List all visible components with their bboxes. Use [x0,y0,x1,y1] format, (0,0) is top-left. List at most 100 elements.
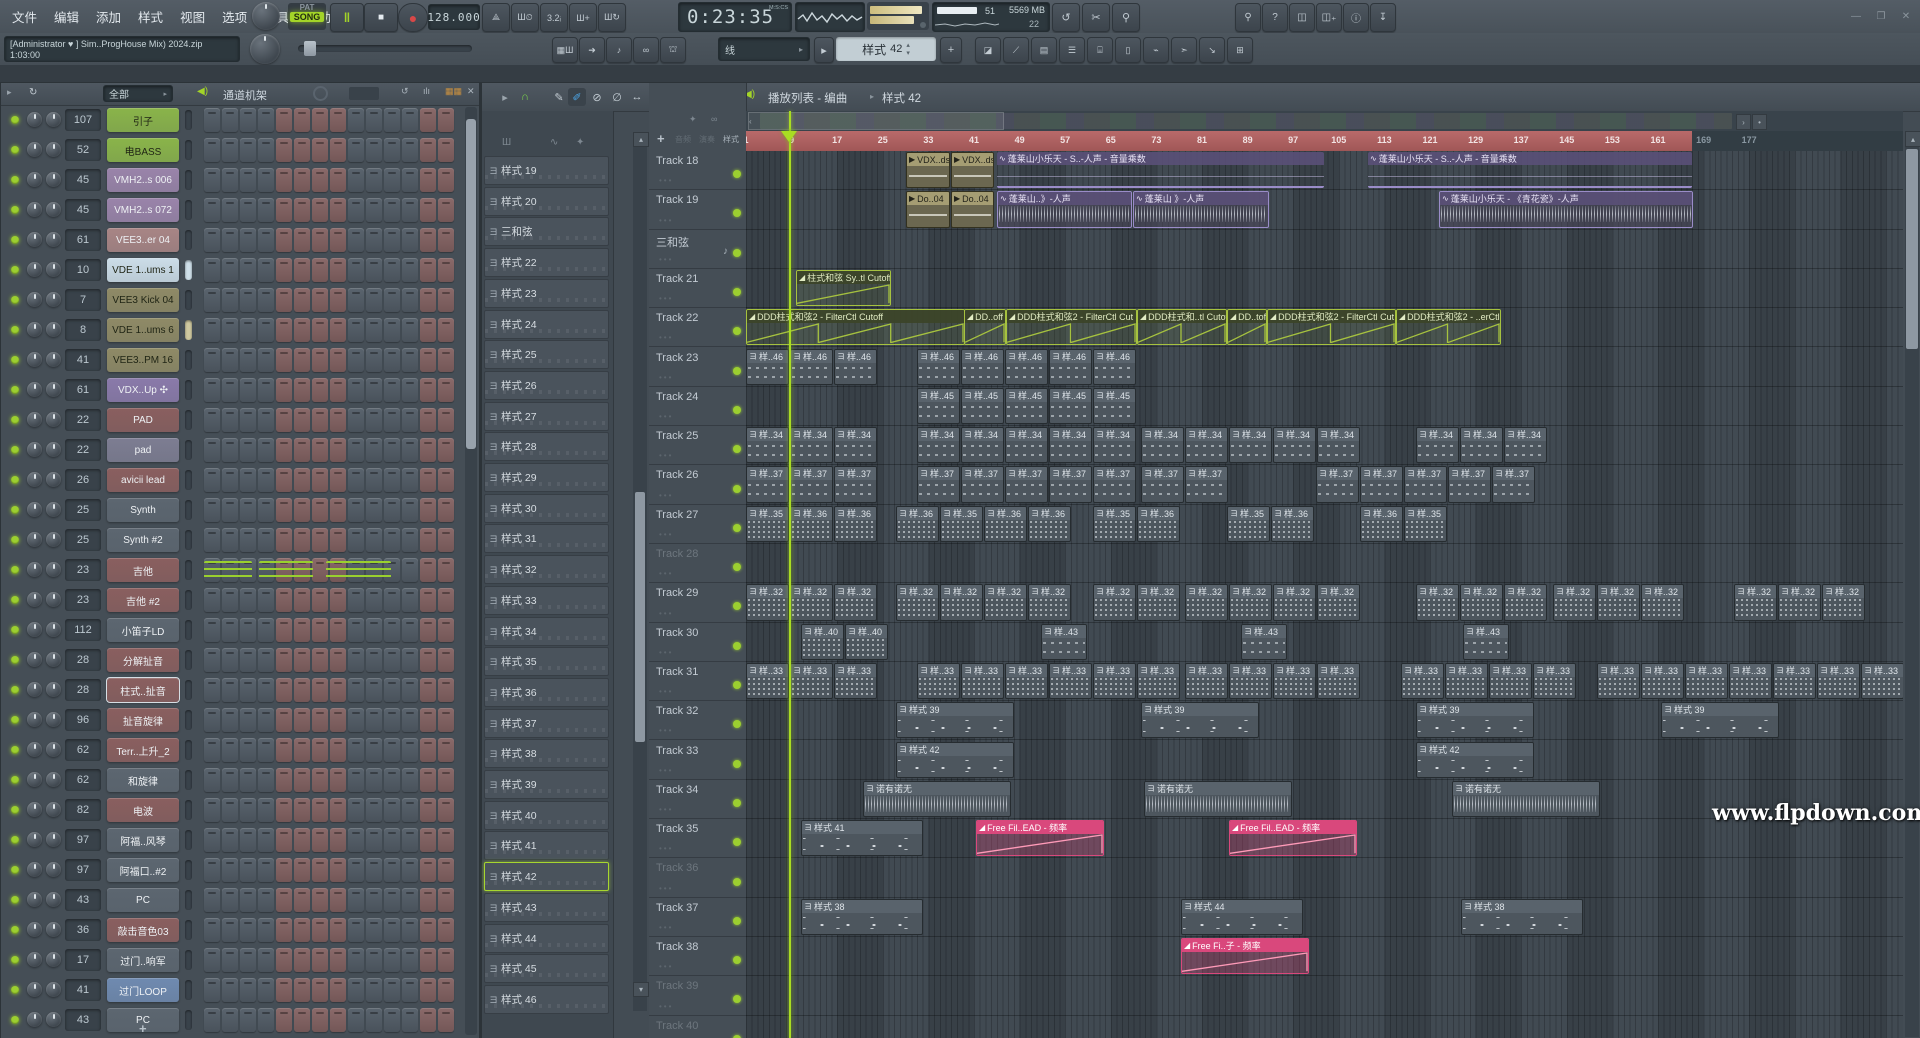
step-cell[interactable] [240,468,256,492]
step-cell[interactable] [330,708,346,732]
step-cell[interactable] [438,798,454,822]
rack-scrollbar-thumb[interactable] [466,119,476,449]
step-cell[interactable] [312,168,328,192]
track-mode-tab-1[interactable]: 演奏 [699,134,715,145]
channel-led[interactable] [11,686,19,694]
scroll-down-icon[interactable]: ▾ [633,982,649,997]
channel-volume-knob[interactable] [46,442,61,457]
step-cell[interactable] [240,138,256,162]
channel-pan-knob[interactable] [27,742,42,757]
pattern-clip[interactable]: ヨ样..32 [1734,584,1777,620]
channel-number[interactable]: 45 [65,199,101,221]
picker-item[interactable]: ヨ样式 25 [484,340,609,369]
pattern-clip[interactable]: ヨ样..32 [1778,584,1821,620]
channel-led[interactable] [11,116,19,124]
step-cell[interactable] [420,228,436,252]
picker-wave-icon[interactable]: ∿ [550,137,558,148]
channel-led[interactable] [11,776,19,784]
metronome2-icon[interactable]: ⛫ [660,37,686,63]
link-icon[interactable]: ∞ [633,37,659,63]
step-cell[interactable] [366,198,382,222]
step-cell[interactable] [348,738,364,762]
channel-button[interactable]: 吉他 [107,558,179,582]
channel-button[interactable]: 过门..响军 [107,948,179,972]
step-cell[interactable] [204,468,220,492]
pattern-clip[interactable]: ヨ样式 39 [1141,702,1259,738]
track-header[interactable]: Track 29••• [649,583,746,622]
track-header[interactable]: Track 38••• [649,937,746,976]
mute-icon[interactable]: ∅ [608,88,626,106]
channel-button[interactable]: 扯音旋律 [107,708,179,732]
step-cell[interactable] [204,288,220,312]
rack-filter-dropdown[interactable]: 全部 ▸ [103,85,173,102]
pattern-clip[interactable]: ヨ样..34 [961,427,1004,463]
pause-button[interactable]: ‖ [330,3,364,32]
rack-graph-icon[interactable]: ılı [423,86,430,96]
channel-led[interactable] [11,806,19,814]
track-led[interactable] [733,681,741,689]
step-cell[interactable] [438,198,454,222]
step-cell[interactable] [258,198,274,222]
channel-number[interactable]: 97 [65,829,101,851]
step-cell[interactable] [402,288,418,312]
ramp-icon[interactable]: ⟋ [1003,37,1029,63]
pattern-clip[interactable]: ヨ样..32 [1185,584,1228,620]
step-cell[interactable] [222,138,238,162]
track-mini-controls[interactable]: ••• [659,530,673,539]
step-cell[interactable] [438,318,454,342]
step-cell[interactable] [420,348,436,372]
step-cell[interactable] [276,1008,292,1032]
channel-number[interactable]: 10 [65,259,101,281]
step-cell[interactable] [420,198,436,222]
pattern-clip[interactable]: ヨ样..37 [1492,466,1535,502]
step-cell[interactable] [204,888,220,912]
pattern-clip[interactable]: ヨ样..33 [1861,663,1903,699]
channel-led[interactable] [11,476,19,484]
step-cell[interactable] [366,738,382,762]
step-cell[interactable] [294,738,310,762]
channel-volume-knob[interactable] [46,382,61,397]
pattern-clip[interactable]: ヨ样..43 [1041,624,1087,660]
channel-number[interactable]: 62 [65,769,101,791]
step-cell[interactable] [312,1008,328,1032]
master-pitch-knob[interactable] [250,34,280,64]
step-cell[interactable] [384,648,400,672]
step-cell[interactable] [276,198,292,222]
channel-number[interactable]: 82 [65,799,101,821]
channel-volume-knob[interactable] [46,292,61,307]
step-cell[interactable] [312,468,328,492]
track-mode-tab-0[interactable]: 音频 [675,134,691,145]
pattern-clip[interactable]: ヨ诺有诺无 [1144,781,1292,817]
step-cell[interactable] [420,948,436,972]
tempo-display[interactable]: 128.000 [428,4,480,30]
step-cell[interactable] [402,948,418,972]
pattern-clip[interactable]: ヨ样..34 [834,427,877,463]
step-cell[interactable] [294,468,310,492]
picker-item[interactable]: ヨ样式 26 [484,371,609,400]
pattern-clip[interactable]: ヨ样..32 [1137,584,1180,620]
channel-led[interactable] [11,656,19,664]
channel-pan-knob[interactable] [27,592,42,607]
channel-pan-knob[interactable] [27,502,42,517]
step-cell[interactable] [294,378,310,402]
step-cell[interactable] [348,528,364,552]
step-cell[interactable] [312,888,328,912]
step-cell[interactable] [366,168,382,192]
pattern-clip[interactable]: ヨ样..45 [1049,388,1092,424]
step-cell[interactable] [348,798,364,822]
pattern-clip[interactable]: ヨ样..45 [917,388,960,424]
step-cell[interactable] [348,918,364,942]
step-cell[interactable] [204,798,220,822]
channel-button[interactable]: pad [107,438,179,462]
track-header[interactable]: Track 30••• [649,623,746,662]
shuffle-volume-sliders[interactable] [867,2,929,30]
channel-volume-knob[interactable] [46,232,61,247]
pattern-clip[interactable]: ヨ样..34 [1093,427,1136,463]
channel-pan-knob[interactable] [27,112,42,127]
step-cell[interactable] [204,948,220,972]
pattern-clip[interactable]: ヨ样..36 [896,506,939,542]
save-icon[interactable]: ◫ [1289,3,1315,32]
timeline-ruler[interactable]: 1917253341495765738189971051131211291371… [746,131,1903,151]
pattern-clip[interactable]: ヨ样..32 [834,584,877,620]
pat-label[interactable]: PAT [288,3,326,12]
